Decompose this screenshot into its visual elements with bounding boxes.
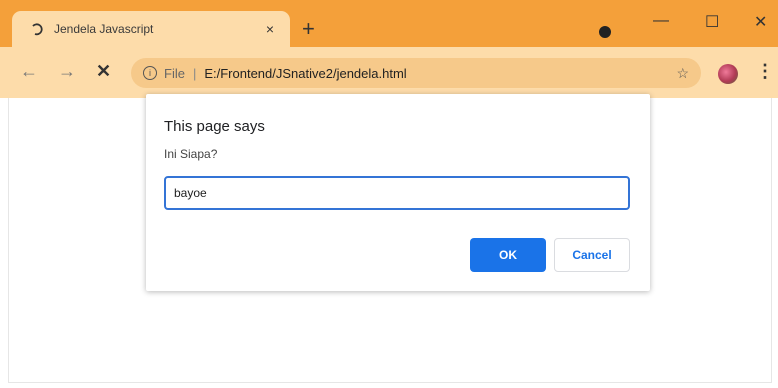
- window-close-button[interactable]: ✕: [754, 12, 767, 32]
- tab-title: Jendela Javascript: [54, 22, 154, 36]
- address-bar[interactable]: i File | E:/Frontend/JSnative2/jendela.h…: [131, 58, 701, 88]
- back-button[interactable]: ←: [20, 62, 38, 80]
- browser-toolbar: ← → ✕ i File | E:/Frontend/JSnative2/jen…: [0, 47, 778, 98]
- stop-loading-button[interactable]: ✕: [96, 62, 111, 80]
- forward-button[interactable]: →: [58, 62, 76, 80]
- browser-tab[interactable]: Jendela Javascript ×: [12, 11, 290, 47]
- dialog-message: Ini Siapa?: [164, 147, 218, 161]
- new-tab-button[interactable]: +: [302, 18, 315, 40]
- url-separator: |: [192, 65, 197, 81]
- bookmark-star-icon[interactable]: ☆: [676, 65, 689, 82]
- loading-spinner-icon: [30, 22, 44, 36]
- url-scheme-label: File: [164, 65, 185, 81]
- ok-button[interactable]: OK: [470, 238, 546, 272]
- prompt-input[interactable]: [164, 176, 630, 210]
- tab-close-icon[interactable]: ×: [266, 21, 274, 37]
- dialog-heading: This page says: [164, 118, 265, 135]
- maximize-button[interactable]: ☐: [705, 12, 719, 32]
- profile-avatar[interactable]: [718, 64, 738, 84]
- browser-menu-icon[interactable]: ⋮: [756, 61, 774, 82]
- browser-titlebar: Jendela Javascript × + — ☐ ✕ ← → ✕ i Fil…: [0, 0, 778, 98]
- prompt-dialog: This page says Ini Siapa? OK Cancel: [146, 94, 650, 291]
- url-text[interactable]: E:/Frontend/JSnative2/jendela.html: [204, 66, 676, 81]
- cancel-button[interactable]: Cancel: [554, 238, 630, 272]
- minimize-button[interactable]: —: [653, 12, 669, 30]
- recording-icon: [599, 26, 611, 38]
- site-info-icon[interactable]: i: [143, 66, 157, 80]
